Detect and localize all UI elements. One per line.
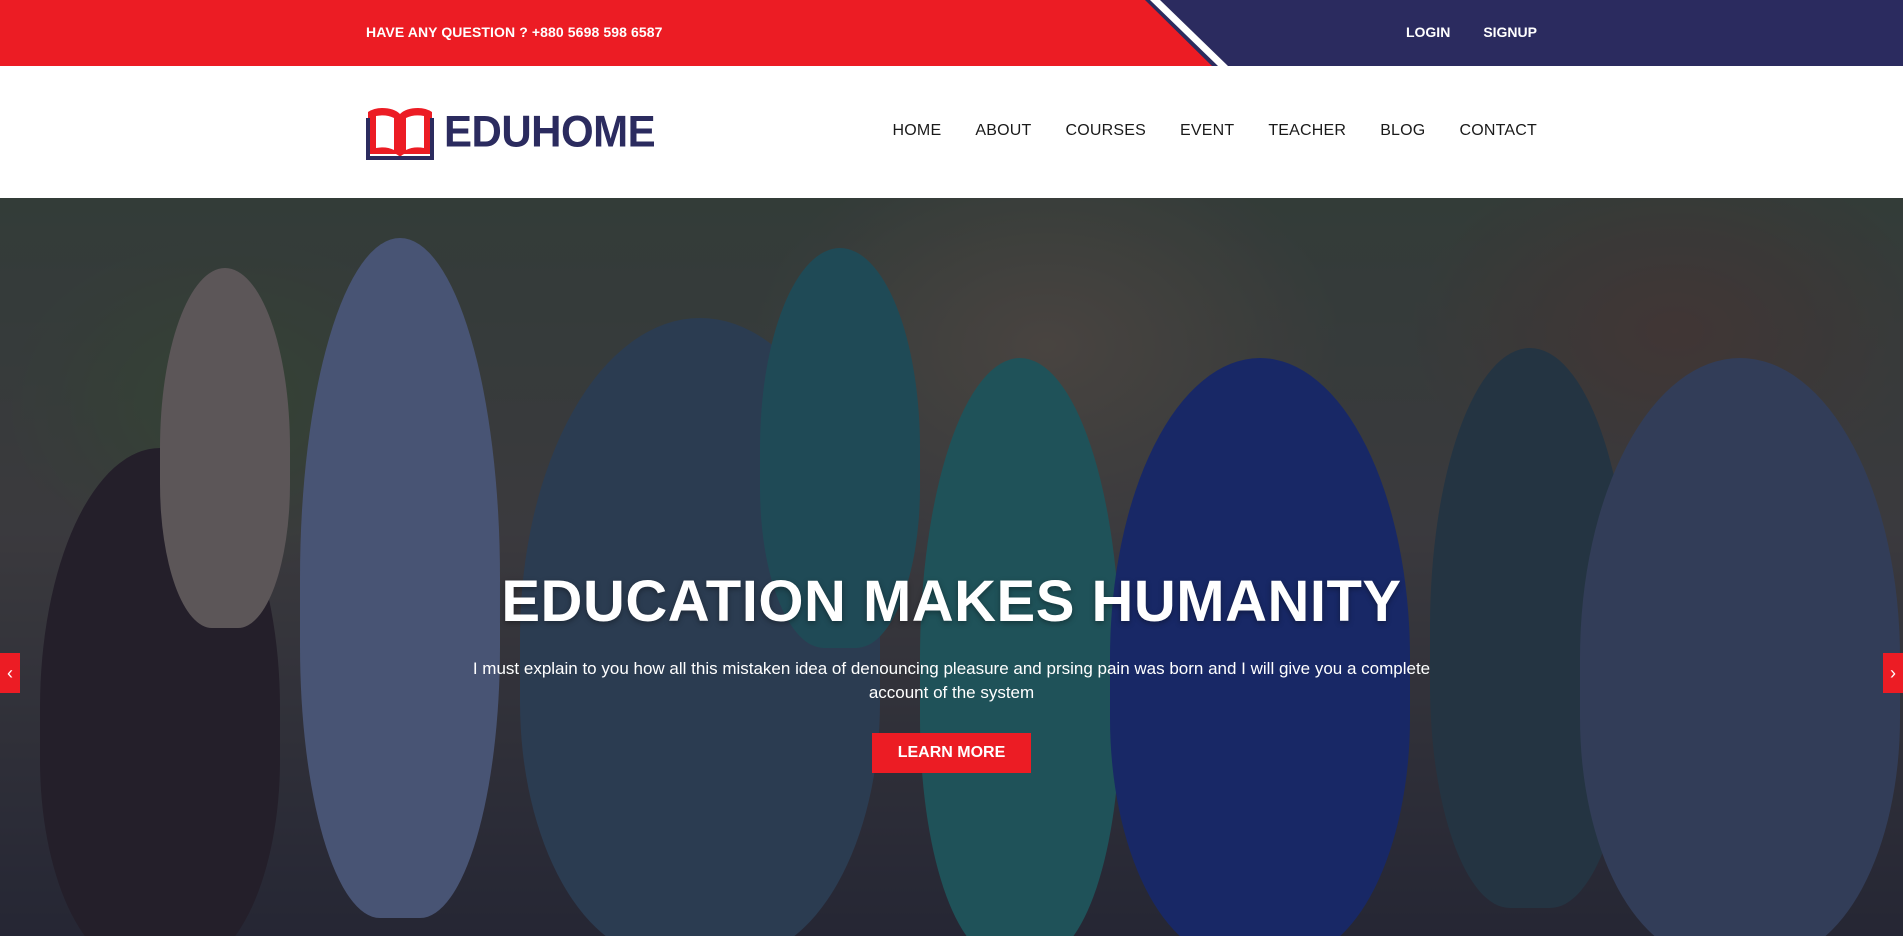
nav-contact[interactable]: CONTACT [1459, 122, 1537, 140]
site-logo[interactable]: EDUHOME [366, 104, 656, 160]
main-nav: HOME ABOUT COURSES EVENT TEACHER BLOG CO… [893, 122, 1537, 140]
hero-slider: EDUCATION MAKES HUMANITY I must explain … [0, 198, 1903, 936]
auth-links: LOGIN SIGNUP [1406, 24, 1537, 40]
page: HAVE ANY QUESTION ? +880 5698 598 6587 L… [0, 0, 1903, 936]
hero-content: EDUCATION MAKES HUMANITY I must explain … [0, 568, 1903, 773]
hero-title: EDUCATION MAKES HUMANITY [501, 569, 1402, 634]
learn-more-button[interactable]: LEARN MORE [871, 733, 1032, 773]
header: EDUHOME HOME ABOUT COURSES EVENT TEACHER… [0, 66, 1903, 198]
nav-blog[interactable]: BLOG [1380, 122, 1425, 140]
nav-home[interactable]: HOME [893, 122, 942, 140]
logo-text: EDUHOME [444, 106, 656, 157]
contact-question: HAVE ANY QUESTION ? +880 5698 598 6587 [366, 24, 663, 40]
nav-about[interactable]: ABOUT [975, 122, 1031, 140]
hero-subtitle: I must explain to you how all this mista… [472, 659, 1431, 702]
login-link[interactable]: LOGIN [1406, 24, 1450, 40]
chevron-right-icon[interactable]: › [1883, 653, 1903, 693]
chevron-left-icon[interactable]: ‹ [0, 653, 20, 693]
top-bar: HAVE ANY QUESTION ? +880 5698 598 6587 L… [0, 0, 1903, 66]
hero-dark-overlay [0, 198, 1903, 936]
open-book-icon [366, 108, 434, 160]
nav-event[interactable]: EVENT [1180, 122, 1234, 140]
nav-teacher[interactable]: TEACHER [1268, 122, 1346, 140]
nav-courses[interactable]: COURSES [1065, 122, 1146, 140]
signup-link[interactable]: SIGNUP [1483, 24, 1537, 40]
